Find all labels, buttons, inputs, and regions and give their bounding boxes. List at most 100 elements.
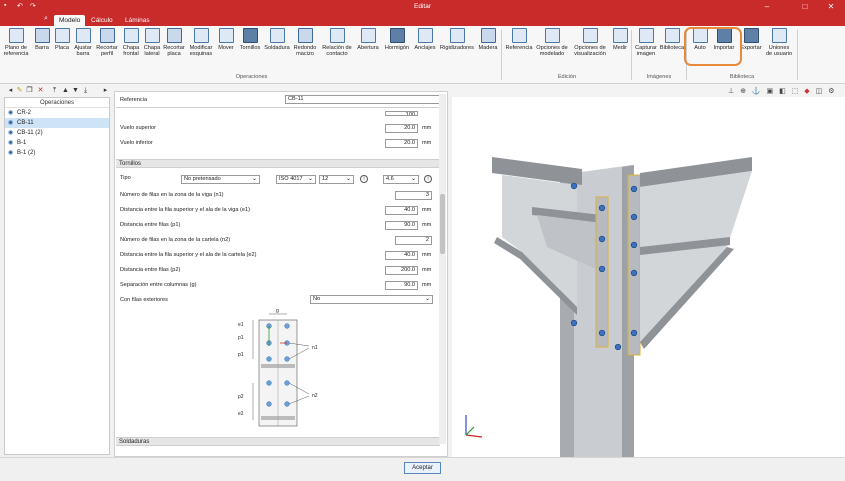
redondo-macizo-button[interactable]: Redondo macizo [292, 28, 318, 74]
recortar-perfil-button[interactable]: Recortar perfil [95, 28, 119, 74]
diagram-e1-label: e1 [238, 322, 244, 328]
tab-modelo[interactable]: Modelo [54, 15, 86, 26]
tree-item-label: B-1 [17, 140, 27, 146]
referencia-input[interactable]: CB-11 [285, 95, 441, 104]
g-label: Separación entre columnas (g) [120, 282, 197, 288]
uniones-usuario-button[interactable]: Uniones de usuario [764, 28, 794, 74]
visibility-icon[interactable]: ◉ [8, 118, 17, 128]
rigidizadores-button[interactable]: Rigidizadores [438, 28, 476, 74]
anclajes-button[interactable]: Anclajes [412, 28, 438, 74]
hormigon-button[interactable]: Hormigón [382, 28, 412, 74]
maximize-button[interactable]: □ [794, 0, 816, 14]
add-icon[interactable]: ◂ [6, 86, 15, 95]
madera-button[interactable]: Madera [476, 28, 500, 74]
cut-plate-icon [166, 28, 182, 43]
placa-button[interactable]: Placa [53, 28, 71, 74]
accept-button[interactable]: Aceptar [404, 462, 441, 474]
vuelo-superior-input[interactable]: 20.0 [385, 124, 418, 133]
section-soldaduras[interactable]: Soldaduras [116, 437, 440, 446]
chapa-frontal-button[interactable]: Chapa frontal [120, 28, 142, 74]
clase-select[interactable]: 4.6 ⌄ [383, 175, 419, 184]
zoom-icon[interactable]: ⊕ [740, 88, 746, 95]
info-icon[interactable]: i [424, 175, 432, 183]
tree-item-cr-2[interactable]: ◉ CR-2 [5, 108, 109, 118]
opciones-visualizacion-button[interactable]: Opciones de visualización [570, 28, 610, 74]
viewport-toolbar: ⊥ ⊕ ⚓ ▣ ◧ ⬚ ◆ ◫ ⚙ [728, 87, 843, 96]
tab-calculo[interactable]: Cálculo [86, 15, 118, 26]
mover-button[interactable]: Mover [216, 28, 236, 74]
visibility-icon[interactable]: ◉ [8, 148, 17, 158]
move-up-icon[interactable]: ▲ [61, 86, 70, 95]
render-icon[interactable]: ▣ [767, 88, 774, 95]
n2-input[interactable]: 2 [395, 236, 432, 245]
n1-input[interactable]: 3 [395, 191, 432, 200]
norma-select[interactable]: ISO 4017 ⌄ [276, 175, 316, 184]
color-icon[interactable]: ◆ [804, 88, 809, 95]
group-operaciones: Operaciones [235, 74, 268, 80]
fit-icon[interactable]: ⬚ [792, 88, 799, 95]
section-tornillos[interactable]: Tornillos [116, 159, 440, 168]
tree-item-b-1[interactable]: ◉ B-1 [5, 138, 109, 148]
ajustar-barra-button[interactable]: Ajustar barra [72, 28, 94, 74]
p1-input[interactable]: 90.0 [385, 221, 418, 230]
close-button[interactable]: ✕ [820, 0, 842, 14]
tree-item-cb-11[interactable]: ◉ CB-11 [5, 118, 109, 128]
diagram-p1-label-2: p1 [238, 352, 244, 358]
e1-input[interactable]: 40.0 [385, 206, 418, 215]
recortar-placa-button[interactable]: Recortar placa [162, 28, 186, 74]
biblioteca-button[interactable]: Biblioteca [659, 28, 685, 74]
visibility-icon[interactable]: ◉ [8, 128, 17, 138]
plano-referencia-button[interactable]: Plano de referencia [3, 28, 29, 74]
move-down-icon[interactable]: ▼ [71, 86, 80, 95]
tree-item-b-1-2[interactable]: ◉ B-1 (2) [5, 148, 109, 158]
move-bottom-icon[interactable]: ⤓ [81, 86, 90, 95]
edit-icon[interactable]: ✎ [15, 86, 24, 95]
measure-icon [612, 28, 628, 43]
medir-button[interactable]: Medir [610, 28, 630, 74]
visibility-icon[interactable]: ◉ [8, 108, 17, 118]
diametro-select[interactable]: 12 ⌄ [319, 175, 354, 184]
move-icon [218, 28, 234, 43]
chapa-lateral-button[interactable]: Chapa lateral [142, 28, 162, 74]
capturar-imagen-button[interactable]: Capturar imagen [633, 28, 659, 74]
visibility-icon[interactable]: ◉ [8, 138, 17, 148]
barra-button[interactable]: Barra [33, 28, 51, 74]
search-icon[interactable]: ⌕ [44, 15, 48, 23]
button-label: Plano de referencia [3, 45, 29, 57]
minimize-button[interactable]: – [756, 0, 778, 14]
tab-laminas[interactable]: Láminas [120, 15, 155, 26]
panel-scrollbar[interactable] [439, 94, 446, 444]
info-icon[interactable]: i [360, 175, 368, 183]
tree-item-cb-11-2[interactable]: ◉ CB-11 (2) [5, 128, 109, 138]
scrollbar-thumb[interactable] [440, 194, 445, 254]
diagram-p2-label: p2 [238, 394, 244, 400]
expand-icon[interactable]: ▸ [101, 86, 110, 95]
g-input[interactable]: 90.0 [385, 281, 418, 290]
opciones-modelado-button[interactable]: Opciones de modelado [534, 28, 570, 74]
referencia-button[interactable]: Referencia [504, 28, 534, 74]
tornillos-button[interactable]: Tornillos [237, 28, 263, 74]
settings-icon[interactable]: ⚙ [828, 88, 834, 95]
soldadura-button[interactable]: Soldadura [263, 28, 291, 74]
view-icon[interactable]: ◧ [779, 88, 786, 95]
partial-value-input[interactable]: 100 [385, 111, 418, 116]
abertura-button[interactable]: Abertura [355, 28, 381, 74]
copy-icon[interactable]: ❐ [25, 86, 34, 95]
chevron-down-icon: ⌄ [345, 176, 351, 182]
window-title: Editar [414, 3, 431, 10]
vuelo-inferior-input[interactable]: 20.0 [385, 139, 418, 148]
anchor-icon[interactable]: ⚓ [752, 88, 761, 95]
delete-icon[interactable]: ✕ [36, 86, 45, 95]
relacion-contacto-button[interactable]: Relación de contacto [319, 28, 355, 74]
layers-icon[interactable]: ◫ [816, 88, 823, 95]
adjust-beam-icon [75, 28, 91, 43]
move-top-icon[interactable]: ⤒ [50, 86, 59, 95]
tipo-select[interactable]: No pretensado ⌄ [181, 175, 260, 184]
3d-viewport[interactable] [452, 97, 845, 457]
p2-input[interactable]: 200.0 [385, 266, 418, 275]
modificar-esquinas-button[interactable]: Modificar esquinas [186, 28, 216, 74]
e2-input[interactable]: 40.0 [385, 251, 418, 260]
exteriores-select[interactable]: No ⌄ [310, 295, 433, 304]
concrete-icon [389, 28, 405, 43]
axes-icon[interactable]: ⊥ [728, 88, 734, 95]
